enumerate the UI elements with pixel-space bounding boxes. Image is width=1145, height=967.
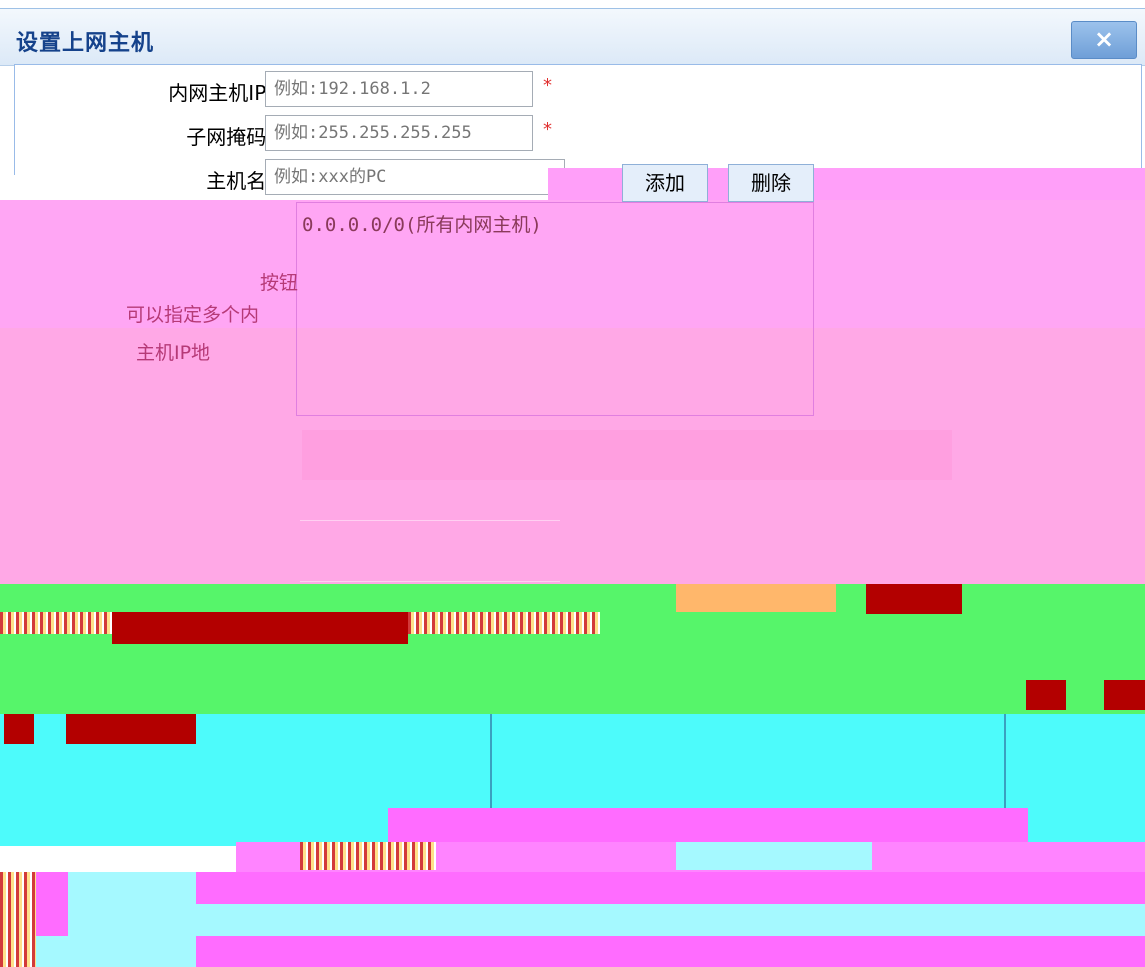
mask-input[interactable] <box>265 115 533 151</box>
dialog-titlebar: 设置上网主机 × <box>0 8 1145 66</box>
glitch-block <box>866 584 962 614</box>
mask-required-mark: * <box>543 119 552 140</box>
glitch-strip <box>36 872 68 936</box>
host-label: 主机名: <box>206 169 273 193</box>
add-button[interactable]: 添加 <box>622 164 708 202</box>
glitch-block <box>676 584 836 612</box>
host-list-item[interactable]: 0.0.0.0/0(所有内网主机) <box>302 210 542 237</box>
glitch-block <box>66 714 196 744</box>
glitch-band <box>0 584 1145 714</box>
glitch-block <box>112 612 408 644</box>
close-button[interactable]: × <box>1071 21 1137 59</box>
glitch-block <box>4 714 34 744</box>
close-icon: × <box>1093 25 1115 53</box>
glitch-stripe <box>0 872 36 967</box>
glitch-block <box>1026 680 1066 710</box>
glitch-strip <box>196 872 1145 904</box>
hint-line-3: 主机IP地 <box>136 342 211 364</box>
ip-required-mark: * <box>543 75 552 96</box>
hint-line-1: 按钮 <box>260 272 299 294</box>
overlay-band <box>300 520 560 582</box>
mask-label: 子网掩码: <box>186 125 273 149</box>
hostname-input[interactable] <box>265 159 565 195</box>
glitch-line <box>1004 714 1006 810</box>
overlay-band <box>302 430 952 480</box>
mask-row: 子网掩码: * <box>15 113 1141 153</box>
ip-input[interactable] <box>265 71 533 107</box>
glitch-stripe <box>300 842 436 870</box>
glitch-strip <box>676 842 872 870</box>
glitch-strip <box>388 808 1028 842</box>
ip-row: 内网主机IP: * <box>15 69 1141 109</box>
hint-line-2: 可以指定多个内 <box>126 304 260 326</box>
glitch-block <box>1104 680 1145 710</box>
set-internet-host-dialog: 设置上网主机 × 内网主机IP: * 子网掩码: * 主机名: 添加 删除 0.… <box>0 0 1145 967</box>
glitch-line <box>490 714 492 810</box>
host-form: 内网主机IP: * 子网掩码: * 主机名: <box>14 64 1142 195</box>
glitch-strip <box>196 936 1145 967</box>
ip-label: 内网主机IP: <box>168 81 273 105</box>
dialog-title: 设置上网主机 <box>16 31 155 56</box>
delete-button[interactable]: 删除 <box>728 164 814 202</box>
